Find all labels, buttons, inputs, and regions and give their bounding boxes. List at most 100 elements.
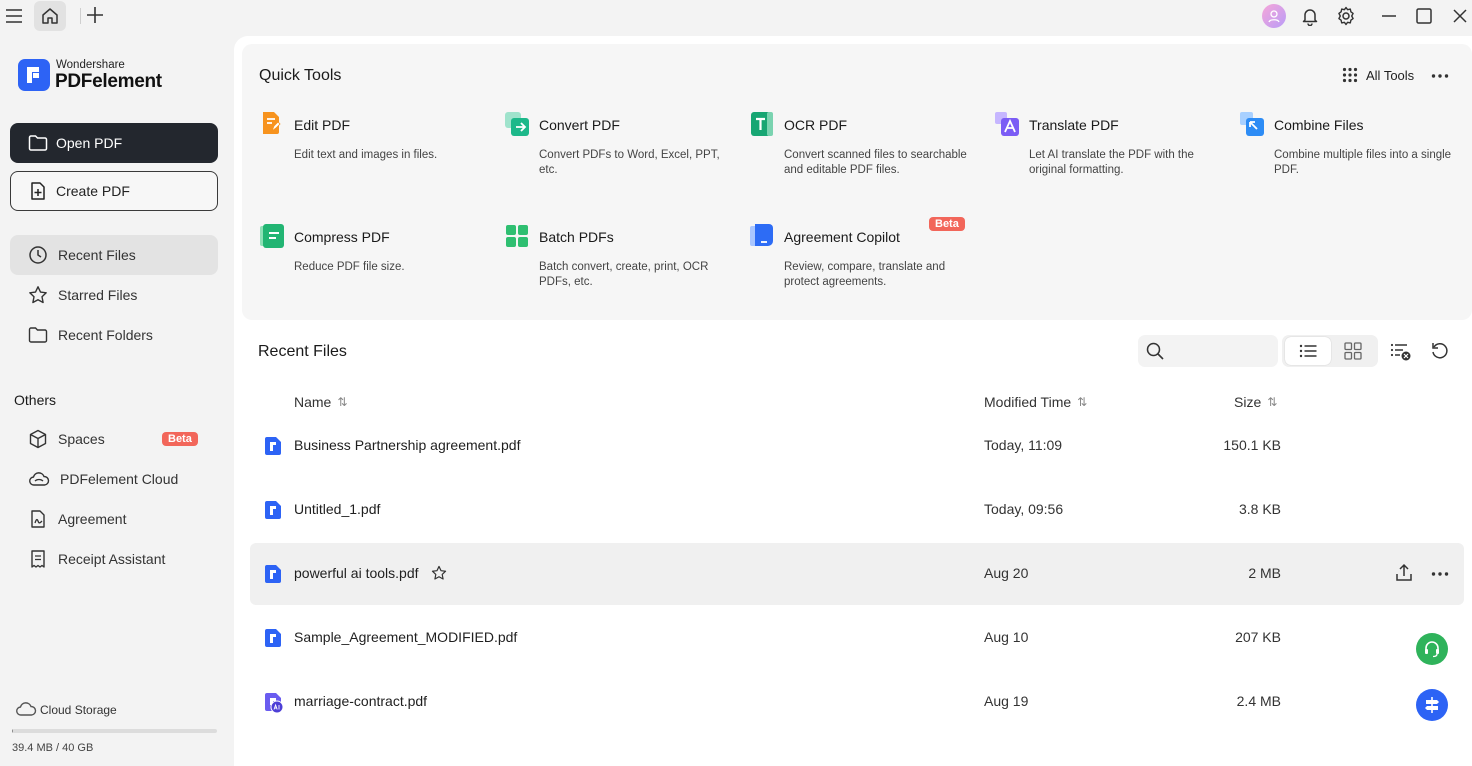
refresh-icon bbox=[1430, 341, 1450, 361]
tool-name: Compress PDF bbox=[294, 229, 390, 245]
grid-view-button[interactable] bbox=[1344, 342, 1362, 360]
sort-icon: ⇅ bbox=[337, 395, 348, 409]
create-pdf-button[interactable]: Create PDF bbox=[10, 171, 218, 211]
file-row[interactable]: marriage-contract.pdf Aug 19 2.4 MB bbox=[250, 671, 1464, 733]
tool-description: Convert scanned files to searchable and … bbox=[784, 149, 967, 176]
file-plus-icon bbox=[28, 181, 48, 201]
brand-name: PDFelement bbox=[55, 71, 162, 92]
menu-icon[interactable] bbox=[4, 6, 24, 26]
all-tools-label: All Tools bbox=[1366, 67, 1415, 83]
file-name: marriage-contract.pdf bbox=[294, 693, 428, 709]
bell-icon[interactable] bbox=[1299, 5, 1321, 27]
list-view-icon bbox=[1299, 343, 1317, 359]
sidebar-item-spaces[interactable]: Spaces Beta bbox=[10, 419, 218, 459]
convert-pdf-icon bbox=[504, 111, 529, 136]
tool-description: Review, compare, translate and protect a… bbox=[784, 261, 946, 288]
tool-name: Convert PDF bbox=[539, 117, 620, 133]
column-header-modified[interactable]: Modified Time ⇅ bbox=[984, 394, 1087, 410]
column-header-name[interactable]: Name ⇅ bbox=[294, 394, 347, 410]
sidebar-item-label: Recent Folders bbox=[58, 327, 153, 343]
file-row[interactable]: Sample_Agreement_MODIFIED.pdf Aug 10 207… bbox=[250, 607, 1464, 669]
file-row[interactable]: Business Partnership agreement.pdf Today… bbox=[250, 415, 1464, 477]
tab-divider bbox=[80, 8, 81, 24]
storage-progress-fill bbox=[12, 729, 14, 733]
tool-description: Combine multiple files into a single PDF… bbox=[1274, 149, 1452, 176]
file-name: powerful ai tools.pdf bbox=[294, 565, 419, 581]
tool-description: Batch convert, create, print, OCR PDFs, … bbox=[539, 261, 709, 288]
sidebar-item-agreement[interactable]: Agreement bbox=[10, 499, 218, 539]
ai-pdf-file-icon bbox=[264, 692, 284, 714]
create-pdf-label: Create PDF bbox=[56, 183, 130, 199]
sidebar-item-receipt-assistant[interactable]: Receipt Assistant bbox=[10, 539, 218, 579]
file-size: 3.8 KB bbox=[1238, 501, 1281, 517]
folder-icon bbox=[28, 326, 48, 344]
pdfelement-logo bbox=[18, 59, 50, 91]
maximize-icon[interactable] bbox=[1413, 6, 1435, 26]
all-tools-button[interactable]: All Tools bbox=[1342, 67, 1414, 83]
cloud-icon bbox=[28, 470, 50, 488]
refresh-button[interactable] bbox=[1430, 341, 1450, 361]
new-tab-plus-icon[interactable] bbox=[85, 5, 105, 25]
file-name-group: powerful ai tools.pdf bbox=[294, 565, 447, 581]
file-row[interactable]: powerful ai tools.pdf Aug 20 2 MB bbox=[250, 543, 1464, 605]
column-header-size[interactable]: Size ⇅ bbox=[1234, 394, 1277, 410]
sidebar-item-recent-folders[interactable]: Recent Folders bbox=[10, 315, 218, 355]
grid-view-icon bbox=[1344, 342, 1362, 360]
pdf-file-icon bbox=[264, 628, 282, 648]
storage-value: 39.4 MB / 40 GB bbox=[12, 742, 94, 754]
signpost-icon bbox=[1423, 696, 1441, 714]
column-label: Modified Time bbox=[984, 394, 1072, 410]
sidebar-item-label: PDFelement Cloud bbox=[60, 471, 179, 487]
avatar[interactable] bbox=[1262, 4, 1286, 28]
share-icon[interactable] bbox=[1394, 563, 1414, 583]
home-tab[interactable] bbox=[34, 1, 66, 31]
ocr-pdf-icon bbox=[749, 111, 773, 136]
sidebar-item-label: Receipt Assistant bbox=[58, 551, 166, 567]
close-icon[interactable] bbox=[1449, 6, 1471, 26]
sidebar-item-label: Spaces bbox=[58, 431, 105, 447]
search-icon bbox=[1146, 342, 1164, 360]
translate-pdf-icon bbox=[994, 111, 1019, 136]
sidebar-item-recent-files[interactable]: Recent Files bbox=[10, 235, 218, 275]
brand-small: Wondershare bbox=[56, 59, 125, 71]
grid-dots-icon bbox=[1342, 67, 1358, 83]
star-icon bbox=[28, 285, 48, 305]
gear-icon[interactable] bbox=[1335, 5, 1357, 27]
cloud-storage-icon bbox=[15, 701, 37, 717]
file-modified: Aug 10 bbox=[984, 629, 1029, 645]
file-name: Sample_Agreement_MODIFIED.pdf bbox=[294, 629, 518, 645]
more-options-icon[interactable] bbox=[1431, 565, 1449, 583]
compress-pdf-icon bbox=[259, 223, 284, 248]
sidebar-item-starred-files[interactable]: Starred Files bbox=[10, 275, 218, 315]
sidebar-item-label: Recent Files bbox=[58, 247, 136, 263]
sidebar-item-pdfelement-cloud[interactable]: PDFelement Cloud bbox=[10, 459, 218, 499]
column-label: Name bbox=[294, 394, 332, 410]
minimize-icon[interactable] bbox=[1378, 6, 1400, 26]
more-options-icon[interactable] bbox=[1431, 67, 1449, 85]
file-modified: Today, 09:56 bbox=[984, 501, 1064, 517]
star-icon[interactable] bbox=[431, 565, 447, 581]
search-input[interactable] bbox=[1138, 335, 1278, 367]
quick-tools-title: Quick Tools bbox=[259, 67, 342, 84]
tool-name: Translate PDF bbox=[1029, 117, 1119, 133]
ai-assistant-button[interactable] bbox=[1416, 689, 1448, 721]
file-size: 150.1 KB bbox=[1223, 437, 1281, 453]
open-pdf-button[interactable]: Open PDF bbox=[10, 123, 218, 163]
pdf-file-icon bbox=[264, 500, 282, 520]
sort-icon: ⇅ bbox=[1267, 395, 1278, 409]
list-view-button[interactable] bbox=[1285, 337, 1331, 365]
headset-icon bbox=[1423, 640, 1441, 658]
support-button[interactable] bbox=[1416, 633, 1448, 665]
tool-description: Reduce PDF file size. bbox=[294, 261, 405, 273]
beta-badge: Beta bbox=[929, 217, 965, 231]
file-size: 2.4 MB bbox=[1236, 693, 1281, 709]
clear-list-button[interactable] bbox=[1390, 342, 1412, 362]
file-row[interactable]: Untitled_1.pdf Today, 09:56 3.8 KB bbox=[250, 479, 1464, 541]
sidebar-item-label: Starred Files bbox=[58, 287, 138, 303]
edit-pdf-icon bbox=[259, 111, 283, 135]
tool-description: Convert PDFs to Word, Excel, PPT, etc. bbox=[539, 149, 720, 176]
clear-list-icon bbox=[1390, 342, 1412, 362]
sort-icon: ⇅ bbox=[1077, 395, 1088, 409]
cube-icon bbox=[28, 429, 48, 449]
column-label: Size bbox=[1234, 394, 1262, 410]
